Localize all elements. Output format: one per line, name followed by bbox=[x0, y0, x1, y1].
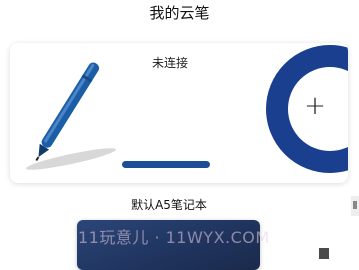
watermark: 11玩意儿 · 11WYX.COM bbox=[78, 228, 270, 247]
scroll-handle[interactable] bbox=[319, 248, 329, 259]
edge-scrollbar[interactable] bbox=[351, 196, 359, 216]
pen-card[interactable]: 未连接 + bbox=[10, 43, 348, 183]
page-title: 我的云笔 bbox=[149, 4, 210, 22]
plus-icon: + bbox=[304, 91, 326, 121]
card-progress-bar bbox=[122, 161, 210, 168]
smart-pen-icon bbox=[25, 62, 117, 170]
add-pen-button[interactable]: + bbox=[266, 45, 348, 183]
notebook-label: 默认A5笔记本 bbox=[131, 198, 207, 212]
